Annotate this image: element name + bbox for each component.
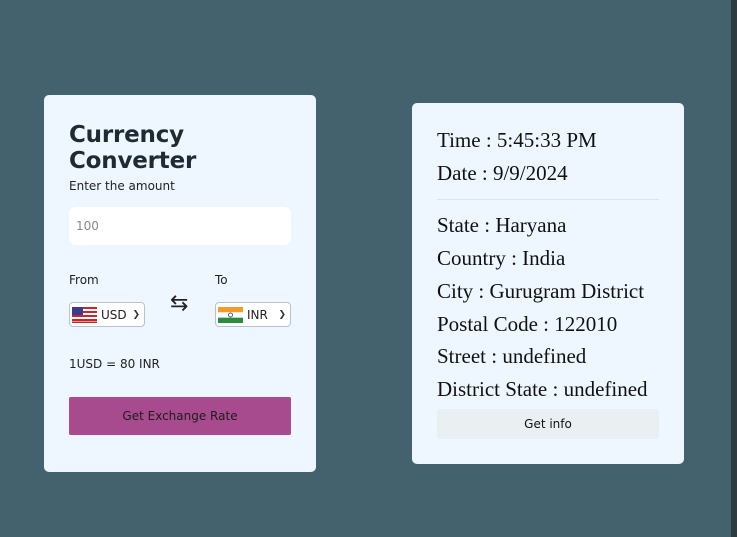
date-text: Date : 9/9/2024 bbox=[437, 161, 568, 185]
converter-title: Currency Converter bbox=[69, 122, 197, 174]
time-text: Time : 5:45:33 PM bbox=[437, 128, 597, 152]
swap-icon[interactable]: ⇆ bbox=[170, 293, 188, 315]
location-info-card: Time : 5:45:33 PM Date : 9/9/2024 State … bbox=[412, 103, 684, 464]
currency-converter-card: Currency Converter Enter the amount From… bbox=[44, 95, 316, 472]
street-text: Street : undefined bbox=[437, 344, 587, 368]
from-label: From bbox=[69, 273, 99, 287]
from-currency-select[interactable]: USD ❯ bbox=[69, 302, 145, 327]
window-edge bbox=[731, 0, 737, 537]
city-text: City : Gurugram District bbox=[437, 279, 645, 303]
district-state-text: District State : undefined bbox=[437, 377, 648, 401]
to-label: To bbox=[215, 273, 228, 287]
exchange-rate-text: 1USD = 80 INR bbox=[69, 357, 160, 371]
us-flag-icon bbox=[72, 306, 97, 323]
chevron-down-icon: ❯ bbox=[278, 309, 286, 320]
divider bbox=[437, 199, 659, 200]
state-text: State : Haryana bbox=[437, 213, 567, 237]
amount-input[interactable] bbox=[69, 207, 291, 245]
country-text: Country : India bbox=[437, 246, 566, 270]
amount-label: Enter the amount bbox=[69, 179, 175, 193]
in-flag-icon bbox=[218, 306, 243, 323]
to-currency-code: INR bbox=[247, 307, 268, 322]
to-currency-select[interactable]: INR ❯ bbox=[215, 302, 291, 327]
get-exchange-rate-button[interactable]: Get Exchange Rate bbox=[69, 397, 291, 435]
get-info-button[interactable]: Get info bbox=[437, 409, 659, 439]
from-currency-code: USD bbox=[101, 307, 127, 322]
chevron-down-icon: ❯ bbox=[132, 309, 140, 320]
postal-code-text: Postal Code : 122010 bbox=[437, 312, 618, 336]
